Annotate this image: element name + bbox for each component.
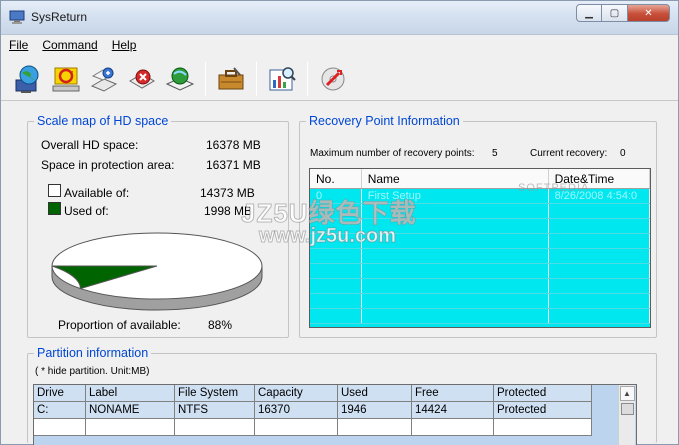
available-label: Available of:	[64, 186, 130, 200]
max-recovery-value: 5	[492, 148, 498, 159]
toolbar-recovery-wizard-button[interactable]	[87, 62, 121, 96]
menu-file[interactable]: File	[9, 35, 28, 55]
close-button[interactable]: ✕	[628, 4, 670, 22]
site-url-watermark: www.jz5u.com	[258, 225, 397, 248]
toolbox-icon	[218, 66, 244, 89]
toolbar-separator	[307, 61, 308, 96]
exit-cd-icon	[321, 67, 345, 90]
recovery-table-empty-row	[310, 309, 650, 324]
partition-note: ( * hide partition. Unit:MB)	[35, 366, 150, 377]
window-controls: ▁ ▢ ✕	[576, 4, 670, 24]
proportion-label: Proportion of available:	[58, 318, 181, 332]
recovery-point-title: Recovery Point Information	[306, 114, 463, 128]
column-header-file-system[interactable]: File System	[175, 385, 255, 402]
toolbar-chart-magnify-button[interactable]	[265, 62, 299, 96]
partition-label: NONAME	[86, 402, 175, 419]
partition-empty-row	[34, 419, 636, 436]
recovery-table-empty-row	[310, 264, 650, 279]
minimize-icon: ▁	[585, 7, 593, 19]
maximize-button[interactable]: ▢	[602, 4, 628, 22]
recovery-table-empty-row	[310, 279, 650, 294]
toolbar-toolbox-button[interactable]	[214, 62, 248, 96]
partition-row[interactable]: C: NONAME NTFS 16370 1946 14424 Protecte…	[34, 402, 636, 419]
overall-hd-label: Overall HD space:	[41, 138, 139, 152]
hd-space-pie-chart	[51, 232, 263, 311]
delete-recovery-icon	[129, 69, 155, 89]
partition-info-title: Partition information	[34, 346, 152, 360]
scroll-up-icon[interactable]: ▲	[619, 386, 635, 401]
partition-table-header: Drive Label File System Capacity Used Fr…	[34, 385, 636, 402]
close-icon: ✕	[644, 7, 653, 19]
recovery-table-header: No. Name Date&Time	[310, 169, 650, 189]
app-icon	[9, 10, 25, 24]
globe-monitor-icon	[15, 65, 39, 93]
partition-used: 1946	[338, 402, 412, 419]
recovery-points-table[interactable]: No. Name Date&Time 0 First Setup 8/26/20…	[309, 168, 651, 328]
partition-free: 14424	[412, 402, 494, 419]
proportion-value: 88%	[208, 318, 233, 332]
used-legend-swatch	[48, 202, 61, 215]
window-title: SysReturn	[31, 10, 88, 24]
partition-drive: C:	[34, 402, 86, 419]
column-header-no[interactable]: No.	[310, 169, 362, 188]
recovery-table-empty-row	[310, 294, 650, 309]
toolbar-globe-monitor-button[interactable]	[11, 62, 45, 96]
available-legend-swatch	[48, 184, 61, 197]
toolbar	[1, 57, 678, 101]
column-header-free[interactable]: Free	[412, 385, 494, 402]
scale-map-title: Scale map of HD space	[34, 114, 172, 128]
toolbar-exit-button[interactable]	[316, 62, 350, 96]
softpedia-watermark: SOFTPEDIA	[518, 182, 590, 194]
toolbar-separator	[205, 61, 206, 96]
overall-hd-value: 16378 MB	[206, 138, 261, 152]
column-header-label[interactable]: Label	[86, 385, 175, 402]
partition-table[interactable]: Drive Label File System Capacity Used Fr…	[33, 384, 637, 445]
partition-scrollbar[interactable]: ▲	[618, 385, 635, 445]
column-header-used[interactable]: Used	[338, 385, 412, 402]
restore-computer-icon	[52, 67, 80, 91]
current-recovery-label: Current recovery:	[530, 148, 608, 159]
menu-help[interactable]: Help	[112, 35, 137, 55]
used-label: Used of:	[64, 204, 109, 218]
app-window: SysReturn ▁ ▢ ✕ File Command Help Scale …	[0, 0, 679, 445]
recovery-table-empty-row	[310, 249, 650, 264]
partition-protected: Protected	[494, 402, 592, 419]
partition-capacity: 16370	[255, 402, 338, 419]
recovery-wizard-icon	[90, 67, 118, 92]
maximize-icon: ▢	[609, 7, 620, 19]
restore-book-icon	[165, 67, 195, 91]
max-recovery-label: Maximum number of recovery points:	[310, 148, 475, 159]
protection-area-value: 16371 MB	[206, 158, 261, 172]
chart-magnify-icon	[269, 66, 296, 90]
minimize-button[interactable]: ▁	[576, 4, 602, 22]
toolbar-restore-book-button[interactable]	[163, 62, 197, 96]
partition-file-system: NTFS	[175, 402, 255, 419]
toolbar-restore-computer-button[interactable]	[49, 62, 83, 96]
menu-command[interactable]: Command	[42, 35, 97, 55]
title-bar[interactable]: SysReturn ▁ ▢ ✕	[1, 1, 678, 35]
menu-bar: File Command Help	[1, 35, 678, 55]
protection-area-label: Space in protection area:	[41, 158, 175, 172]
column-header-protected[interactable]: Protected	[494, 385, 592, 402]
scroll-thumb[interactable]	[620, 403, 634, 415]
partition-info-group: Partition information ( * hide partition…	[27, 346, 657, 445]
current-recovery-value: 0	[620, 148, 626, 159]
toolbar-delete-recovery-button[interactable]	[125, 62, 159, 96]
column-header-drive[interactable]: Drive	[34, 385, 86, 402]
column-header-capacity[interactable]: Capacity	[255, 385, 338, 402]
toolbar-separator	[256, 61, 257, 96]
